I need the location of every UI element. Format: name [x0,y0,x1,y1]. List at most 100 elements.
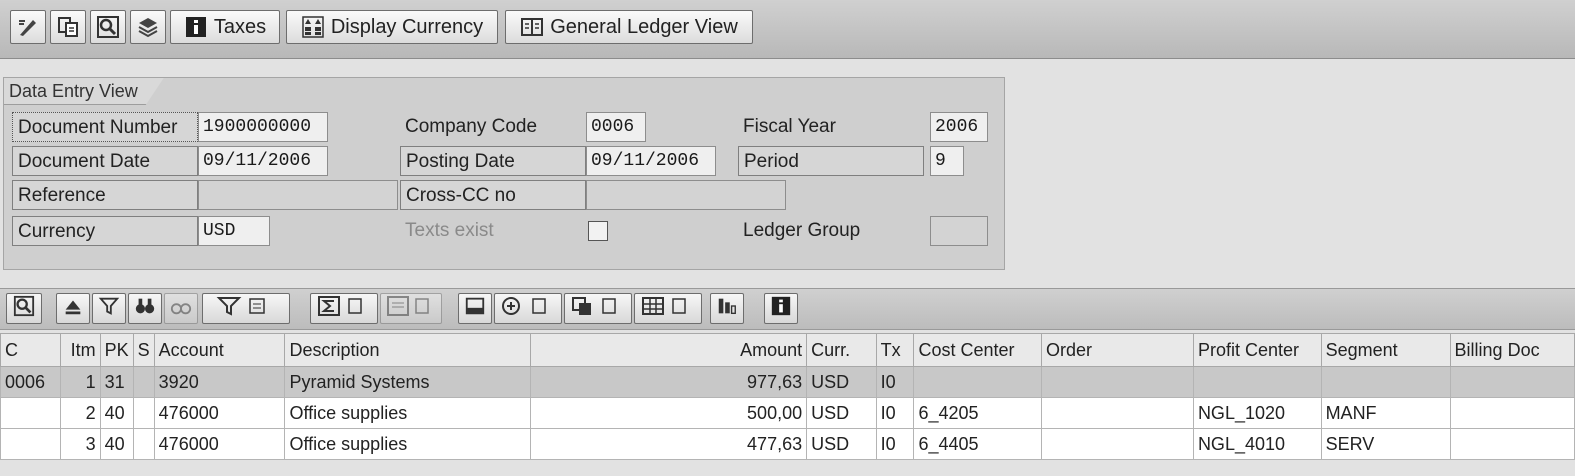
cell-amount: 977,63 [530,366,808,398]
cell-cost-center: 6_4405 [913,428,1042,460]
sort-descending-button[interactable] [92,293,126,324]
table-row[interactable]: 0006 1 31 3920 Pyramid Systems 977,63 US… [0,366,1575,398]
edit-pencil-button[interactable] [10,10,46,44]
cell-account[interactable]: 476000 [153,428,286,460]
taxes-label: Taxes [213,15,267,38]
column-header-itm[interactable]: Itm [59,333,101,367]
cell-tx: I0 [875,397,915,429]
sort-ascending-button[interactable] [56,293,90,324]
reference-field[interactable] [198,180,398,210]
cell-billing-doc [1449,428,1575,460]
cell-tx: I0 [875,428,915,460]
cell-profit-center: NGL_1020 [1192,397,1322,429]
find-next-button[interactable] [164,293,198,324]
cell-tx: I0 [875,366,915,398]
cross-cc-label: Cross-CC no [400,180,586,210]
export-button[interactable] [494,293,562,324]
cell-account[interactable]: 476000 [153,397,286,429]
document-overview-button[interactable] [130,10,166,44]
find-button[interactable] [128,293,162,324]
cell-itm: 2 [59,397,101,429]
column-header-cost-center[interactable]: Cost Center [913,333,1042,367]
table-row[interactable]: 2 40 476000 Office supplies 500,00 USD I… [0,397,1575,429]
column-header-description[interactable]: Description [284,333,532,367]
column-header-account[interactable]: Account [153,333,286,367]
document-date-label: Document Date [12,146,198,176]
cell-amount: 500,00 [530,397,808,429]
cell-curr: USD [806,397,877,429]
column-header-amount[interactable]: Amount [530,333,808,367]
cell-pk: 40 [99,428,134,460]
currency-arrows-icon [301,15,325,39]
display-document-button[interactable] [90,10,126,44]
bar-chart-icon [716,295,738,322]
posting-date-field[interactable]: 09/11/2006 [586,146,716,176]
company-code-field[interactable]: 0006 [586,112,646,142]
application-toolbar: Taxes Display Currency General Ledger Vi… [0,0,1575,59]
other-document-button[interactable] [50,10,86,44]
cell-itm: 1 [59,366,101,398]
cell-profit-center [1192,366,1322,398]
subtotal-icon [386,295,436,322]
cell-s [132,397,155,429]
info-icon [184,15,208,39]
column-header-s[interactable]: S [132,333,155,367]
cell-order [1040,397,1194,429]
column-header-billing-doc[interactable]: Billing Doc [1449,333,1575,367]
layout-button[interactable] [564,293,632,324]
period-field[interactable]: 9 [930,146,964,176]
ledger-group-field[interactable] [930,216,988,246]
display-currency-button[interactable]: Display Currency [286,10,498,44]
cell-billing-doc [1449,397,1575,429]
column-header-profit-center[interactable]: Profit Center [1192,333,1322,367]
cell-amount: 477,63 [530,428,808,460]
details-button[interactable] [6,293,42,324]
cell-order [1040,428,1194,460]
table-header-row: C Itm PK S Account Description Amount Cu… [0,333,1575,367]
filter-button[interactable] [202,293,290,324]
graphics-button[interactable] [710,293,744,324]
total-button[interactable] [310,293,378,324]
column-header-pk[interactable]: PK [99,333,134,367]
fiscal-year-field[interactable]: 2006 [930,112,988,142]
cross-cc-field[interactable] [586,180,786,210]
cell-description: Office supplies [284,397,532,429]
document-switch-icon [56,15,80,39]
column-header-c[interactable]: C [0,333,61,367]
cell-curr: USD [806,366,877,398]
export-icon [501,295,555,322]
document-number-field[interactable]: 1900000000 [198,112,328,142]
binoculars-icon [134,295,156,322]
cell-c [0,428,61,460]
views-button[interactable] [634,293,702,324]
column-header-curr[interactable]: Curr. [806,333,877,367]
pencil-glasses-icon [16,15,40,39]
taxes-button[interactable]: Taxes [170,10,280,44]
document-stack-icon [136,15,160,39]
grid-toolbar [0,288,1575,330]
magnifier-icon [13,295,35,322]
cell-segment: MANF [1320,397,1451,429]
cell-order [1040,366,1194,398]
general-ledger-view-button[interactable]: General Ledger View [505,10,753,44]
cell-pk: 40 [99,397,134,429]
document-date-field[interactable]: 09/11/2006 [198,146,328,176]
reference-label: Reference [12,180,198,210]
cell-c [0,397,61,429]
subtotal-button[interactable] [380,293,442,324]
info-button[interactable] [764,293,798,324]
column-header-order[interactable]: Order [1040,333,1194,367]
column-header-tx[interactable]: Tx [875,333,915,367]
column-header-segment[interactable]: Segment [1320,333,1451,367]
magnifier-document-icon [96,15,120,39]
print-preview-button[interactable] [458,293,492,324]
currency-field[interactable]: USD [198,216,270,246]
cell-account[interactable]: 3920 [153,366,286,398]
texts-exist-checkbox[interactable] [588,221,608,241]
line-items-table: C Itm PK S Account Description Amount Cu… [0,333,1575,460]
cell-profit-center: NGL_4010 [1192,428,1322,460]
cell-c: 0006 [0,366,61,398]
filter-dropdown-icon [216,295,276,322]
currency-label: Currency [12,216,198,246]
table-row[interactable]: 3 40 476000 Office supplies 477,63 USD I… [0,428,1575,460]
